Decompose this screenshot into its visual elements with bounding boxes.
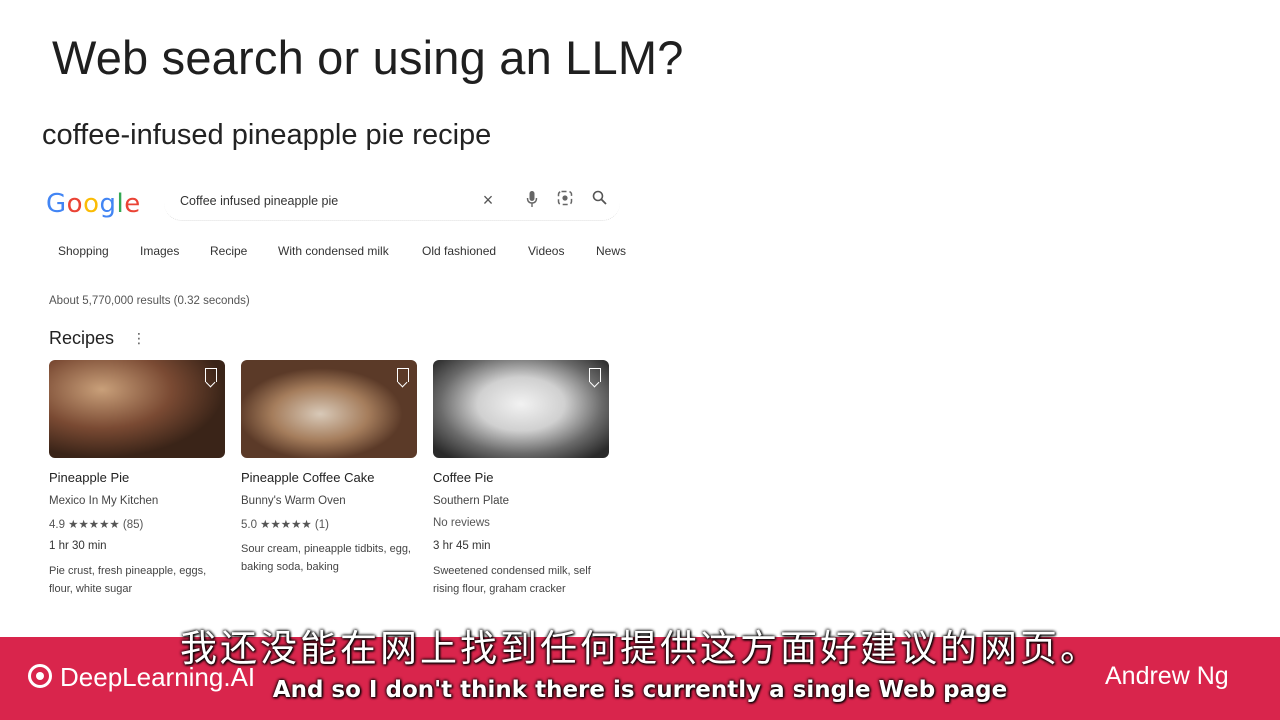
chip-videos[interactable]: Videos <box>528 244 564 258</box>
google-logo-letter: e <box>124 189 141 219</box>
recipe-ingredients: Sweetened condensed milk, self rising fl… <box>433 565 591 595</box>
recipe-rating: 5.0 ★★★★★ (1) <box>241 519 329 531</box>
microphone-icon[interactable] <box>522 190 542 210</box>
recipe-title: Coffee Pie <box>433 470 494 485</box>
clear-icon[interactable]: × <box>478 190 498 210</box>
google-logo-letter: o <box>66 189 84 219</box>
google-results-screenshot: Google Coffee infused pineapple pie × Sh… <box>40 178 640 608</box>
recipe-card[interactable]: Pineapple Coffee Cake Bunny's Warm Oven … <box>241 360 417 573</box>
recipe-thumbnail <box>241 360 417 458</box>
recipe-time: 3 hr 45 min <box>433 540 491 552</box>
subtitle-chinese: 我还没能在网上找到任何提供这方面好建议的网页。 <box>180 627 1100 670</box>
recipe-source: Southern Plate <box>433 495 510 507</box>
slide-title: Web search or using an LLM? <box>52 31 684 84</box>
bookmark-icon[interactable] <box>589 368 601 382</box>
chip-images[interactable]: Images <box>140 244 179 258</box>
recipe-source: Mexico In My Kitchen <box>49 495 159 507</box>
query-text: coffee-infused pineapple pie recipe <box>42 119 492 151</box>
recipes-heading: Recipes <box>49 328 115 348</box>
chip-old-fashioned[interactable]: Old fashioned <box>422 244 496 258</box>
more-options-icon[interactable]: ⋮ <box>132 330 146 347</box>
recipe-card[interactable]: Pineapple Pie Mexico In My Kitchen 4.9 ★… <box>49 360 225 595</box>
recipe-time: 1 hr 30 min <box>49 540 107 552</box>
recipe-source: Bunny's Warm Oven <box>241 495 346 507</box>
search-filter-chips: Shopping Images Recipe With condensed mi… <box>48 244 638 268</box>
subtitle-english: And so I don't think there is currently … <box>272 677 1008 703</box>
recipe-title: Pineapple Coffee Cake <box>241 470 375 485</box>
google-logo: Google <box>46 188 141 219</box>
bookmark-icon[interactable] <box>205 368 217 382</box>
lens-icon[interactable] <box>555 190 575 210</box>
recipe-ingredients: Pie crust, fresh pineapple, eggs, flour,… <box>49 565 207 595</box>
chip-news[interactable]: News <box>596 244 626 258</box>
chip-shopping[interactable]: Shopping <box>58 244 109 258</box>
bookmark-icon[interactable] <box>397 368 409 382</box>
search-box[interactable]: Coffee infused pineapple pie × <box>164 184 620 221</box>
search-icon[interactable] <box>589 190 609 210</box>
recipe-title: Pineapple Pie <box>49 470 130 485</box>
google-logo-letter: g <box>99 189 117 219</box>
chip-recipe[interactable]: Recipe <box>210 244 247 258</box>
recipe-card[interactable]: Coffee Pie Southern Plate No reviews 3 h… <box>433 360 609 595</box>
chip-with-condensed-milk[interactable]: With condensed milk <box>278 244 389 258</box>
search-input[interactable]: Coffee infused pineapple pie <box>180 194 338 208</box>
google-logo-letter: G <box>46 189 67 219</box>
recipe-thumbnail <box>433 360 609 458</box>
recipe-rating: No reviews <box>433 517 490 529</box>
google-logo-letter: o <box>83 189 100 219</box>
recipe-rating: 4.9 ★★★★★ (85) <box>49 519 144 531</box>
results-stats: About 5,770,000 results (0.32 seconds) <box>49 295 250 307</box>
recipe-ingredients: Sour cream, pineapple tidbits, egg, baki… <box>241 543 411 573</box>
recipe-thumbnail <box>49 360 225 458</box>
